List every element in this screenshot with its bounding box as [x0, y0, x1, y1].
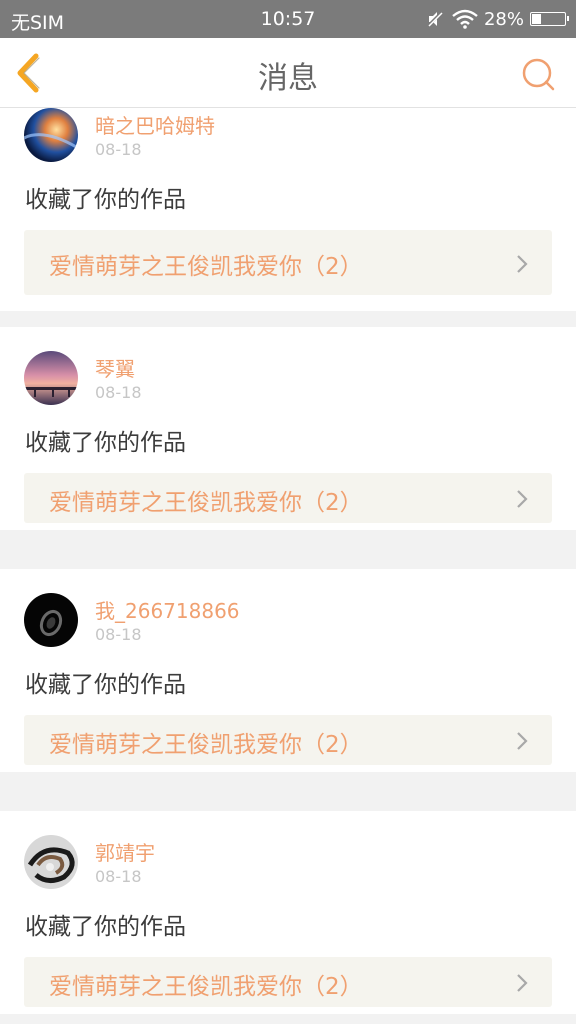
message-date: 08-18 [95, 625, 142, 644]
chevron-right-icon [517, 974, 528, 992]
chevron-right-icon [517, 255, 528, 273]
page-title: 消息 [258, 61, 318, 96]
message-action: 收藏了你的作品 [25, 187, 186, 213]
message-item[interactable]: 我_266718866 08-18 收藏了你的作品 爱情萌芽之王俊凯我爱你（2） [0, 569, 576, 772]
work-link[interactable]: 爱情萌芽之王俊凯我爱你（2） [24, 473, 552, 523]
username[interactable]: 暗之巴哈姆特 [95, 110, 215, 139]
battery-fill [532, 14, 541, 24]
avatar[interactable] [24, 108, 78, 162]
message-list[interactable]: 暗之巴哈姆特 08-18 收藏了你的作品 爱情萌芽之王俊凯我爱你（2） 琴翼 0… [0, 108, 576, 1024]
message-date: 08-18 [95, 867, 142, 886]
work-link[interactable]: 爱情萌芽之王俊凯我爱你（2） [24, 715, 552, 765]
message-action: 收藏了你的作品 [25, 672, 186, 698]
avatar[interactable] [24, 351, 78, 405]
wifi-icon [452, 9, 478, 29]
nav-bar: 消息 [0, 38, 576, 108]
avatar[interactable] [24, 593, 78, 647]
message-action: 收藏了你的作品 [25, 430, 186, 456]
work-title: 爱情萌芽之王俊凯我爱你（2） [49, 490, 363, 516]
work-title: 爱情萌芽之王俊凯我爱你（2） [49, 974, 363, 1000]
message-date: 08-18 [95, 140, 142, 159]
message-date: 08-18 [95, 383, 142, 402]
search-icon [522, 58, 555, 91]
mute-icon [426, 10, 444, 28]
work-link[interactable]: 爱情萌芽之王俊凯我爱你（2） [24, 957, 552, 1007]
status-bar: 无SIM 10:57 28% [0, 0, 576, 38]
chevron-right-icon [517, 490, 528, 508]
work-title: 爱情萌芽之王俊凯我爱你（2） [49, 254, 363, 280]
work-link[interactable]: 爱情萌芽之王俊凯我爱你（2） [24, 230, 552, 295]
battery-percent: 28% [483, 8, 524, 30]
username[interactable]: 我_266718866 [95, 595, 240, 624]
search-button[interactable] [520, 56, 556, 92]
message-item[interactable]: 郭靖宇 08-18 收藏了你的作品 爱情萌芽之王俊凯我爱你（2） [0, 811, 576, 1014]
status-icons: 28% [426, 6, 569, 32]
message-item[interactable]: 暗之巴哈姆特 08-18 收藏了你的作品 爱情萌芽之王俊凯我爱你（2） [0, 108, 576, 311]
work-title: 爱情萌芽之王俊凯我爱你（2） [49, 732, 363, 758]
username[interactable]: 郭靖宇 [95, 837, 155, 866]
message-action: 收藏了你的作品 [25, 914, 186, 940]
battery-icon [530, 12, 569, 26]
message-item[interactable]: 琴翼 08-18 收藏了你的作品 爱情萌芽之王俊凯我爱你（2） [0, 327, 576, 530]
avatar[interactable] [24, 835, 78, 889]
username[interactable]: 琴翼 [95, 353, 135, 382]
chevron-right-icon [517, 732, 528, 750]
